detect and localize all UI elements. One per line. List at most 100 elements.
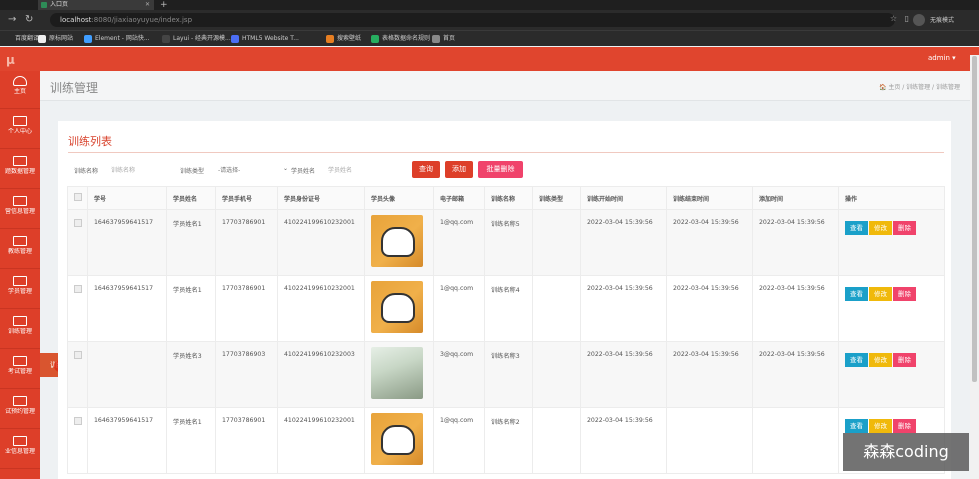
sidebar-item[interactable]: 营信息管理 [0, 191, 40, 229]
incognito-icon[interactable] [913, 14, 925, 26]
sidebar-item[interactable]: 题数据管理 [0, 151, 40, 189]
edit-button[interactable]: 修改 [869, 419, 892, 433]
bookmark-item[interactable]: 首页 [432, 34, 455, 44]
tab-close-icon[interactable]: ✕ [145, 0, 150, 10]
bookmark-item[interactable]: 原标网站 [38, 34, 73, 44]
delete-button[interactable]: 删除 [893, 287, 916, 301]
reload-icon[interactable]: ↻ [25, 14, 33, 26]
column-header: 电子邮箱 [433, 186, 485, 210]
delete-button[interactable]: 删除 [893, 419, 916, 433]
view-button[interactable]: 查看 [845, 287, 868, 301]
edit-button[interactable]: 修改 [869, 353, 892, 367]
bookmark-item[interactable]: Layui - 经典开源模... [162, 34, 231, 44]
avatar-cell [364, 275, 434, 342]
cell-added: 2022-03-04 15:39:56 [752, 209, 839, 276]
column-header: 学员姓名 [166, 186, 216, 210]
bookmark-label: 百度翻译 [15, 35, 40, 42]
panel-title: 训练列表 [68, 135, 112, 148]
batch-delete-button[interactable]: 批量删除 [478, 161, 523, 178]
cell-idcard: 410224199610232003 [277, 341, 365, 408]
filter-type-value: -请选择- [218, 167, 241, 174]
new-tab-button[interactable]: + [160, 0, 168, 10]
sidebar-item-label: 题数据管理 [4, 168, 35, 175]
sidebar-item-label: 学员管理 [7, 288, 32, 295]
bookmark-item[interactable]: 搜索壁纸 [326, 34, 361, 44]
sidebar-item[interactable]: 试预约管理 [0, 391, 40, 429]
view-button[interactable]: 查看 [845, 419, 868, 433]
page-title: 训练管理 [50, 81, 99, 95]
browser-tab[interactable]: 入口页 ✕ [38, 0, 154, 10]
sidebar-item-label: 试预约管理 [4, 408, 35, 415]
cell-train_name: 训练名称5 [484, 209, 533, 276]
page-title-bar: 训练管理 🏠 主页 / 训练管理 / 训练管理 [40, 71, 970, 101]
url-input[interactable]: localhost:8080/jiaxiaoyuyue/index.jsp [50, 13, 895, 27]
search-button[interactable]: 查询 [412, 161, 440, 178]
bookmark-label: Element - 网站快... [95, 35, 150, 42]
bookmark-favicon-icon [162, 35, 170, 43]
bookmark-label: 搜索壁纸 [337, 35, 362, 42]
bookmark-label: 首页 [443, 35, 456, 42]
cell-start: 2022-03-04 15:39:56 [580, 275, 667, 342]
breadcrumb: 🏠 主页 / 训练管理 / 训练管理 [878, 84, 960, 91]
cell-id: 164637959641517 [87, 275, 167, 342]
sidebar-item-label: 业信息管理 [4, 448, 35, 455]
avatar [371, 215, 423, 267]
row-checkbox[interactable] [74, 351, 82, 359]
monitor-icon [13, 316, 27, 326]
sidebar-item-label: 教练管理 [7, 248, 32, 255]
row-checkbox[interactable] [74, 219, 82, 227]
sidebar-item[interactable]: 训练管理 [0, 311, 40, 349]
bookmark-item[interactable]: 表格数据命名规则 [371, 34, 430, 44]
cell-name: 学员姓名1 [166, 209, 216, 276]
column-header: 学员头像 [364, 186, 434, 210]
view-button[interactable]: 查看 [845, 221, 868, 235]
url-host: localhost [60, 16, 92, 24]
bookmark-item[interactable]: Element - 网站快... [84, 34, 150, 44]
scrollbar-thumb[interactable] [972, 56, 977, 382]
sidebar-item[interactable]: 考试管理 [0, 351, 40, 389]
avatar [371, 347, 423, 399]
sidebar-item[interactable]: 主页 [0, 71, 40, 109]
view-button[interactable]: 查看 [845, 353, 868, 367]
user-menu[interactable]: admin ▾ [928, 54, 956, 62]
cell-email: 1@qq.com [433, 275, 485, 342]
cell-end: 2022-03-04 15:39:56 [666, 275, 753, 342]
delete-button[interactable]: 删除 [893, 353, 916, 367]
chevron-down-icon: ⌄ [282, 165, 288, 172]
bookmark-item[interactable]: HTML5 Website T... [231, 34, 299, 44]
sidebar-item-label: 主页 [13, 88, 26, 95]
bookmark-label: Layui - 经典开源模... [173, 35, 231, 42]
cell-train_name: 训练名称4 [484, 275, 533, 342]
row-checkbox[interactable] [74, 417, 82, 425]
table-row: 164637959641517 学员姓名1 17703786901 410224199… [67, 209, 945, 276]
cell-end [666, 407, 753, 474]
cell-email: 1@qq.com [433, 407, 485, 474]
cell-train_name: 训练名称3 [484, 341, 533, 408]
table-row: 164637959641517 学员姓名1 17703786901 410224199… [67, 407, 945, 474]
cell-start: 2022-03-04 15:39:56 [580, 341, 667, 408]
cell-train_type [532, 341, 581, 408]
add-button[interactable]: 添加 [445, 161, 473, 178]
cell-end: 2022-03-04 15:39:56 [666, 341, 753, 408]
delete-button[interactable]: 删除 [893, 221, 916, 235]
sidebar-panel-icon[interactable]: ▯ [905, 14, 909, 23]
sidebar-item[interactable]: 个人中心 [0, 111, 40, 149]
filter-type-select[interactable]: -请选择- ⌄ [218, 165, 288, 175]
bookmark-star-icon[interactable]: ☆ [890, 14, 897, 23]
sidebar-item[interactable]: 业信息管理 [0, 431, 40, 469]
filter-student-input[interactable]: 学员姓名 [328, 165, 352, 174]
watermark: 森森coding [843, 433, 969, 471]
monitor-icon [13, 436, 27, 446]
edit-button[interactable]: 修改 [869, 221, 892, 235]
filter-name-input[interactable]: 训练名称 [111, 165, 135, 174]
sidebar-item[interactable]: 学员管理 [0, 271, 40, 309]
cell-name: 学员姓名1 [166, 275, 216, 342]
edit-button[interactable]: 修改 [869, 287, 892, 301]
forward-icon[interactable]: → [8, 14, 16, 26]
filter-student-label: 学员姓名 [291, 168, 316, 175]
tab-title: 入口页 [50, 1, 69, 8]
bookmark-item[interactable]: 百度翻译 [4, 34, 39, 44]
sidebar-item[interactable]: 教练管理 [0, 231, 40, 269]
select-all-checkbox[interactable] [74, 193, 82, 201]
row-checkbox[interactable] [74, 285, 82, 293]
